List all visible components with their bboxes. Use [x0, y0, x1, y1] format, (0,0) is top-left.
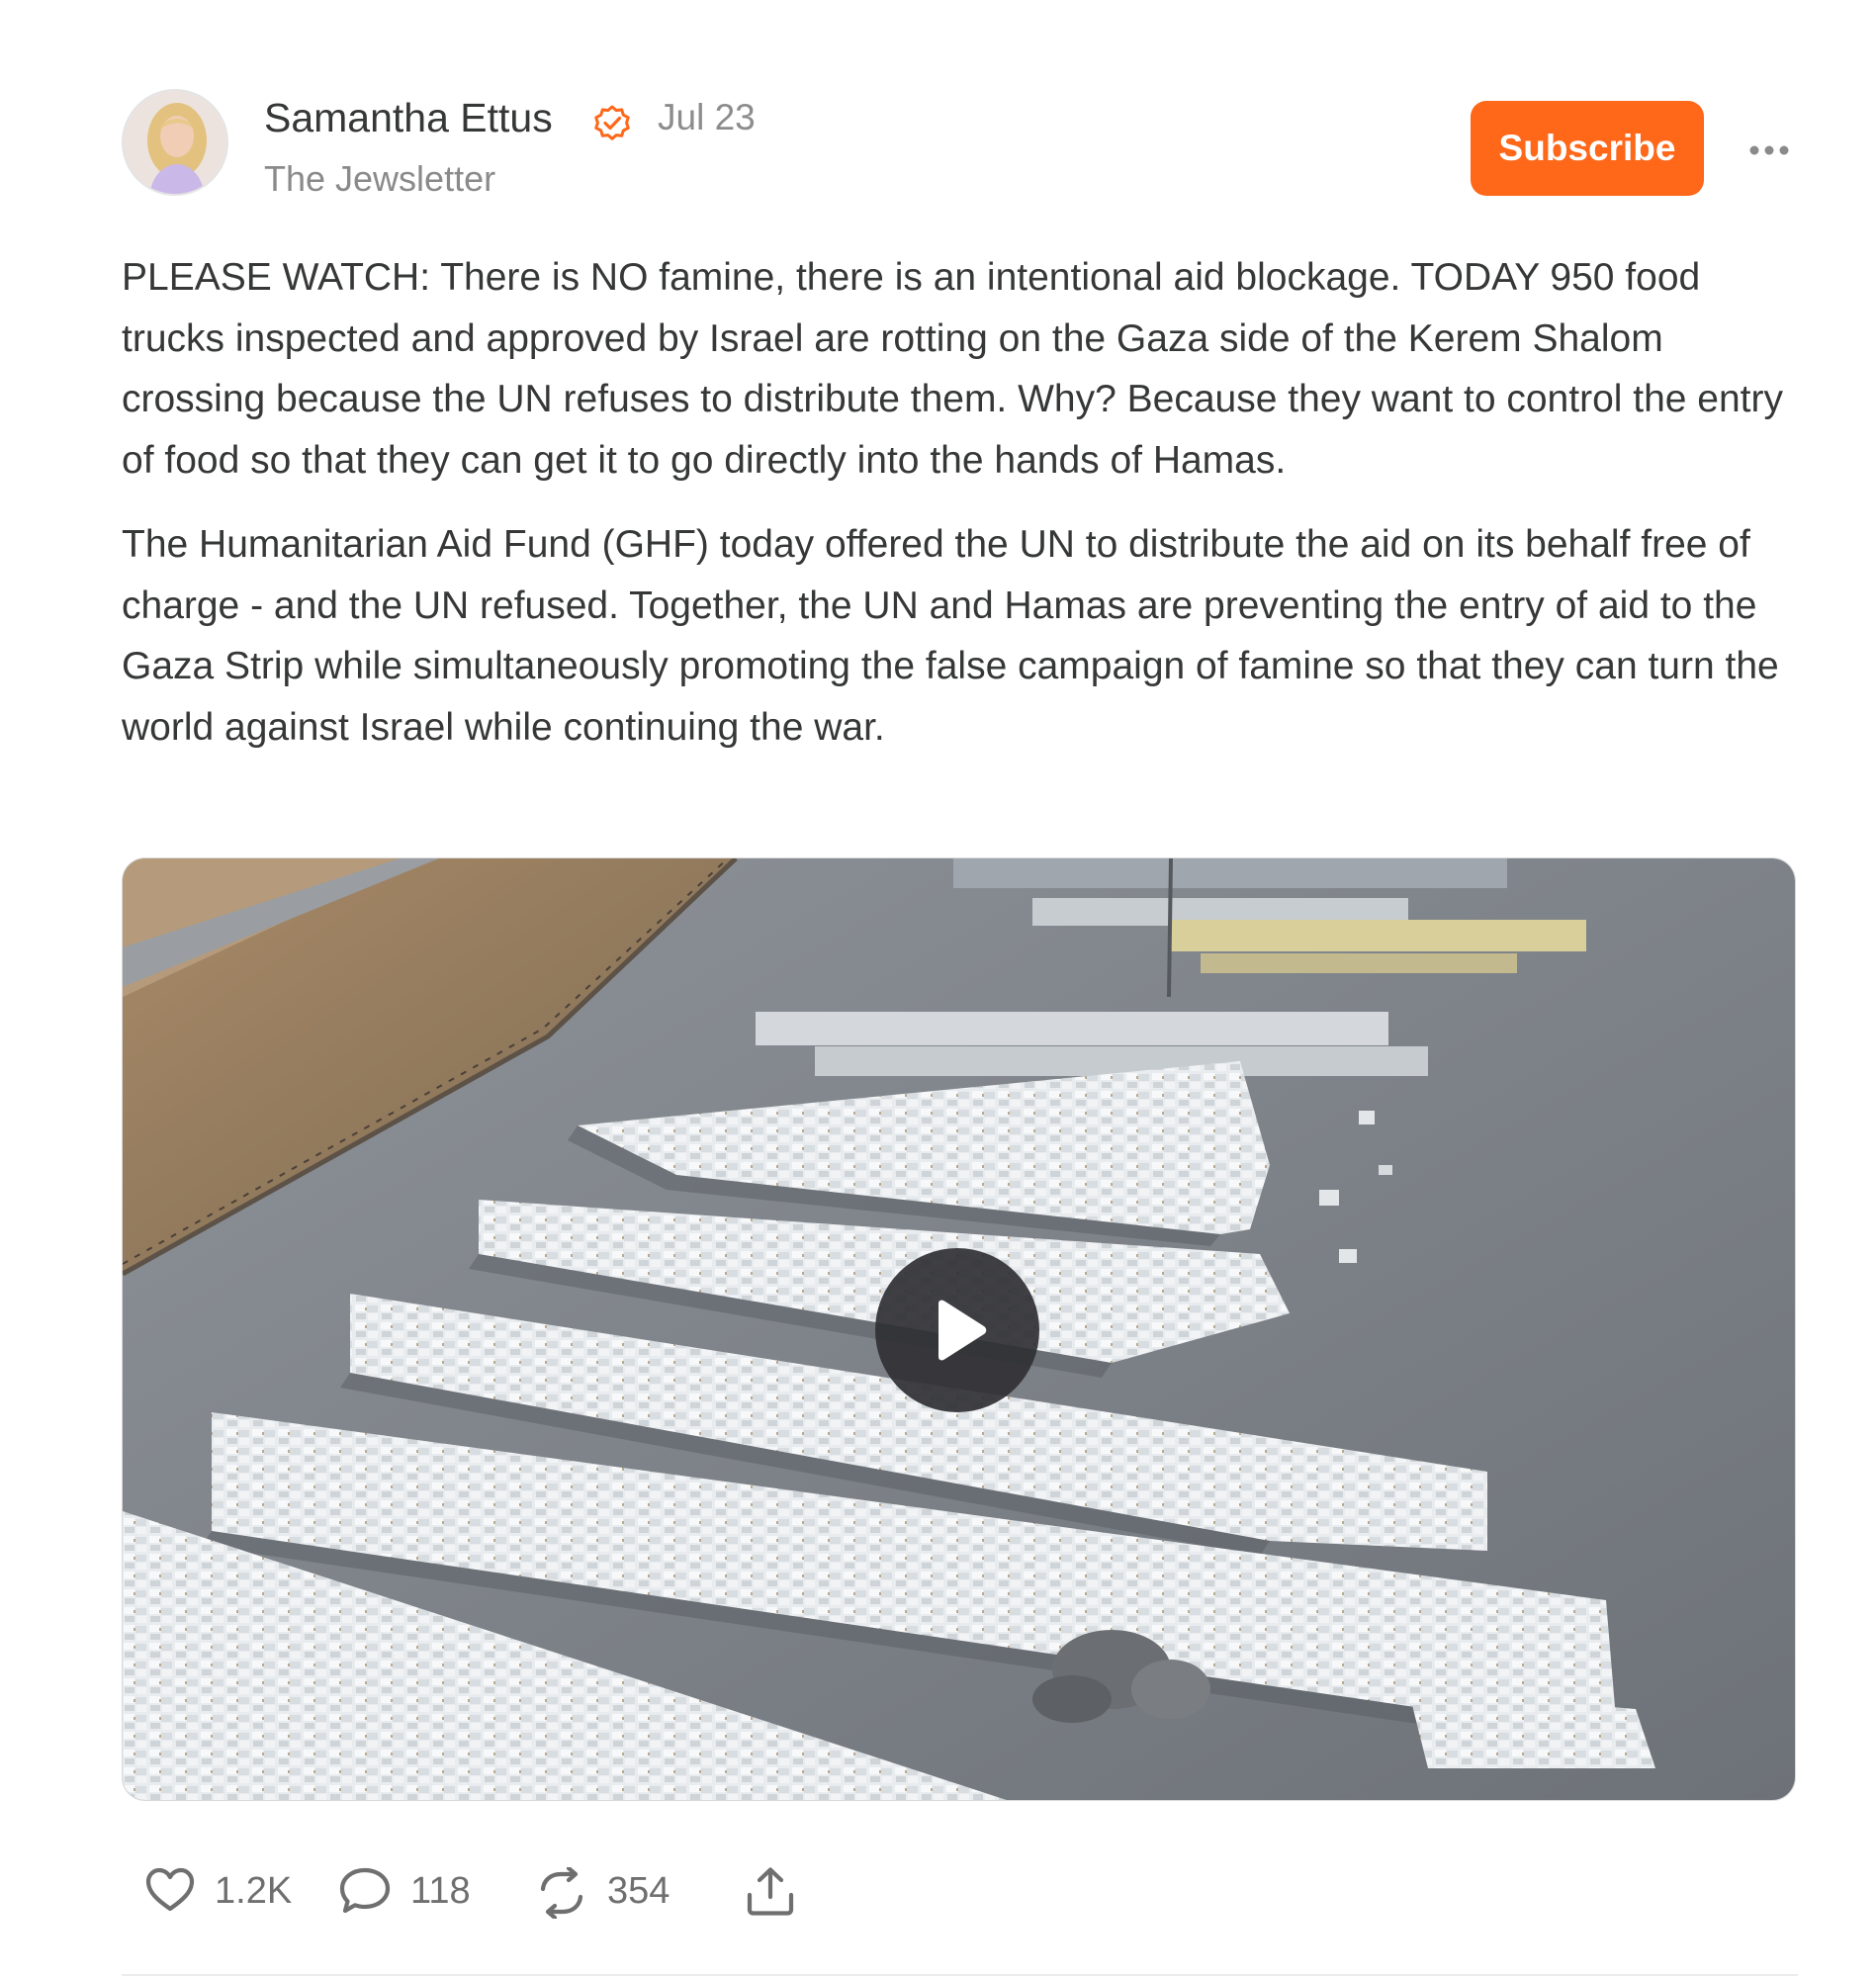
restack-icon — [540, 1867, 583, 1919]
post-paragraph: PLEASE WATCH: There is NO famine, there … — [122, 256, 1784, 482]
comment-button[interactable]: 118 — [339, 1861, 478, 1921]
heart-icon — [145, 1867, 195, 1912]
post-date[interactable]: Jul 23 — [658, 97, 756, 138]
play-button[interactable] — [875, 1248, 1039, 1412]
restack-count: 354 — [607, 1870, 670, 1912]
video-player[interactable] — [122, 857, 1796, 1801]
like-count: 1.2K — [215, 1870, 293, 1912]
author-name[interactable]: Samantha Ettus — [264, 95, 553, 141]
share-button[interactable] — [745, 1861, 800, 1921]
restack-button[interactable]: 354 — [535, 1861, 683, 1921]
play-icon — [938, 1300, 987, 1361]
ellipsis-icon[interactable] — [1745, 131, 1793, 170]
verified-badge-icon — [594, 105, 630, 140]
publication-name[interactable]: The Jewsletter — [264, 158, 495, 200]
avatar-image — [124, 91, 226, 194]
post-body: PLEASE WATCH: There is NO famine, there … — [122, 247, 1798, 781]
like-button[interactable]: 1.2K — [145, 1861, 294, 1921]
post-paragraph: The Humanitarian Aid Fund (GHF) today of… — [122, 523, 1779, 749]
avatar[interactable] — [122, 89, 228, 196]
share-icon — [747, 1867, 794, 1916]
comment-count: 118 — [410, 1870, 471, 1912]
comment-icon — [339, 1867, 391, 1914]
subscribe-button[interactable]: Subscribe — [1471, 101, 1704, 196]
divider — [122, 1974, 1798, 1976]
